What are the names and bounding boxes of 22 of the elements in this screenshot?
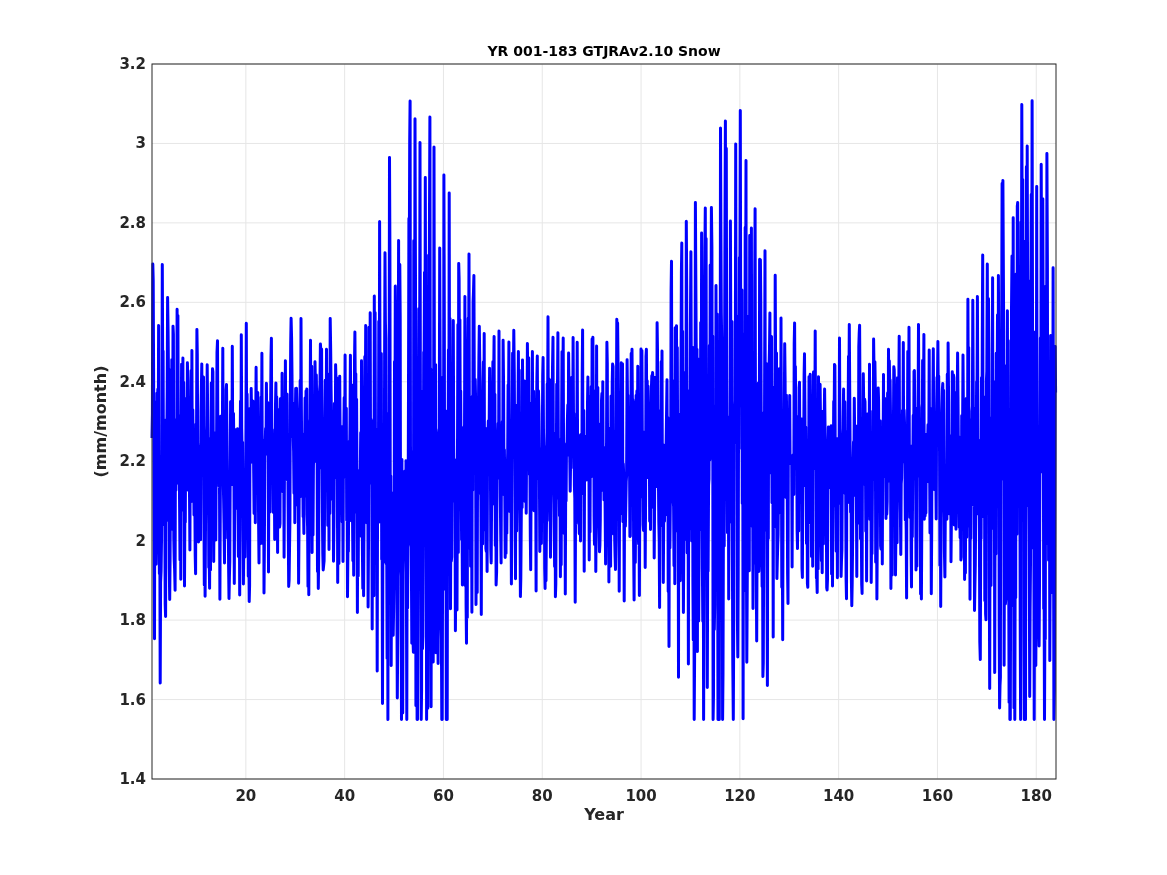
x-tick-label: 40	[334, 787, 356, 805]
x-tick-label: 120	[724, 787, 756, 805]
y-tick-label: 1.4	[119, 770, 146, 788]
y-tick-label: 3.2	[119, 55, 146, 73]
x-tick-label: 180	[1020, 787, 1052, 805]
y-tick-label: 2.4	[119, 372, 146, 391]
y-tick-label: 2.6	[119, 293, 146, 312]
x-tick-label: 160	[921, 787, 954, 805]
y-tick-label: 3	[135, 134, 146, 153]
x-tick-label: 80	[531, 787, 553, 805]
y-tick-label: 1.8	[119, 611, 146, 630]
chart-title: YR 001-183 GTJRAv2.10 Snow	[486, 44, 722, 58]
x-tick-label: 100	[625, 787, 657, 805]
x-tick-label: 20	[235, 787, 257, 805]
y-tick-label: 2	[135, 531, 146, 550]
x-axis-label: Year	[584, 804, 624, 826]
y-axis-label: (mm/month)	[90, 365, 110, 478]
y-tick-label: 2.2	[119, 452, 146, 471]
x-tick-label: 140	[823, 787, 855, 805]
x-tick-label: 60	[433, 787, 454, 805]
y-tick-label: 2.8	[119, 213, 146, 232]
y-tick-label: 1.6	[119, 690, 146, 709]
